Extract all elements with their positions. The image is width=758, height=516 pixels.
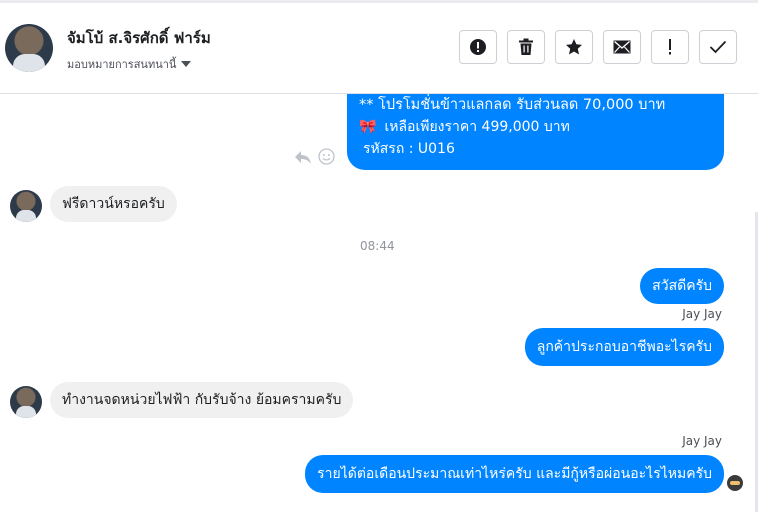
assign-conversation-label: มอบหมายการสนทนานี้ [67, 58, 177, 71]
message-text: ทำงานจดหน่วยไฟฟ้า กับรับจ้าง ย้อมครามครั… [62, 392, 342, 408]
message-text: ฟรีดาวน์หรอครับ [62, 196, 165, 212]
timestamp: 08:44 [360, 239, 395, 253]
emoji-reaction-icon[interactable] [318, 148, 335, 165]
assign-conversation-dropdown[interactable]: มอบหมายการสนทนานี้ [67, 55, 192, 73]
seen-avatar-icon [727, 475, 743, 491]
promo-message-bubble[interactable]: ** โปรโมชั่นข้าวแลกลด รับส่วนลด 70,000 บ… [347, 94, 724, 170]
sender-name: Jay Jay [682, 307, 722, 321]
message-text: ลูกค้าประกอบอาชีพอะไรครับ [536, 339, 712, 355]
envelope-icon [613, 40, 631, 54]
promo-line-2: เหลือเพียงราคา 499,000 บาท [384, 119, 570, 135]
exclamation-icon [669, 39, 671, 55]
promo-line-1: ** โปรโมชั่นข้าวแลกลด รับส่วนลด 70,000 บ… [359, 97, 666, 113]
checkmark-icon [709, 40, 727, 54]
star-button[interactable] [555, 30, 593, 64]
message-text: สวัสดีครับ [652, 278, 712, 294]
promo-line-2-row: 🎀 เหลือเพียงราคา 499,000 บาท [359, 116, 712, 138]
contact-name[interactable]: จัมโบ้ ส.จิรศักดิ์ ฟาร์ม [67, 26, 211, 50]
incoming-message-bubble[interactable]: ทำงานจดหน่วยไฟฟ้า กับรับจ้าง ย้อมครามครั… [50, 382, 354, 418]
contact-avatar-small[interactable] [10, 386, 42, 418]
ribbon-icon: 🎀 [359, 119, 377, 135]
mark-unread-button[interactable] [603, 30, 641, 64]
spam-button[interactable] [651, 30, 689, 64]
message-actions [294, 148, 335, 165]
done-button[interactable] [699, 30, 737, 64]
reply-icon[interactable] [294, 149, 312, 165]
report-button[interactable] [459, 30, 497, 64]
message-thread[interactable]: ** โปรโมชั่นข้าวแลกลด รับส่วนลด 70,000 บ… [0, 94, 758, 516]
trash-icon [519, 38, 533, 55]
chevron-down-icon [181, 61, 192, 67]
promo-line-3: รหัสรถ : U016 [363, 141, 455, 157]
contact-avatar-small[interactable] [10, 190, 42, 222]
delete-button[interactable] [507, 30, 545, 64]
outgoing-message-bubble[interactable]: รายได้ต่อเดือนประมาณเท่าไหร่ครับ และมีกู… [305, 455, 724, 493]
outgoing-message-bubble[interactable]: สวัสดีครับ [640, 268, 724, 304]
contact-avatar[interactable] [5, 24, 53, 72]
conversation-header: จัมโบ้ ส.จิรศักดิ์ ฟาร์ม มอบหมายการสนทนา… [0, 0, 758, 94]
outgoing-message-bubble[interactable]: ลูกค้าประกอบอาชีพอะไรครับ [524, 328, 724, 366]
message-text: รายได้ต่อเดือนประมาณเท่าไหร่ครับ และมีกู… [317, 466, 712, 482]
star-icon [566, 39, 582, 55]
incoming-message-bubble[interactable]: ฟรีดาวน์หรอครับ [50, 186, 177, 222]
alert-circle-icon [470, 39, 486, 55]
top-divider [0, 0, 758, 3]
sender-name: Jay Jay [682, 434, 722, 448]
